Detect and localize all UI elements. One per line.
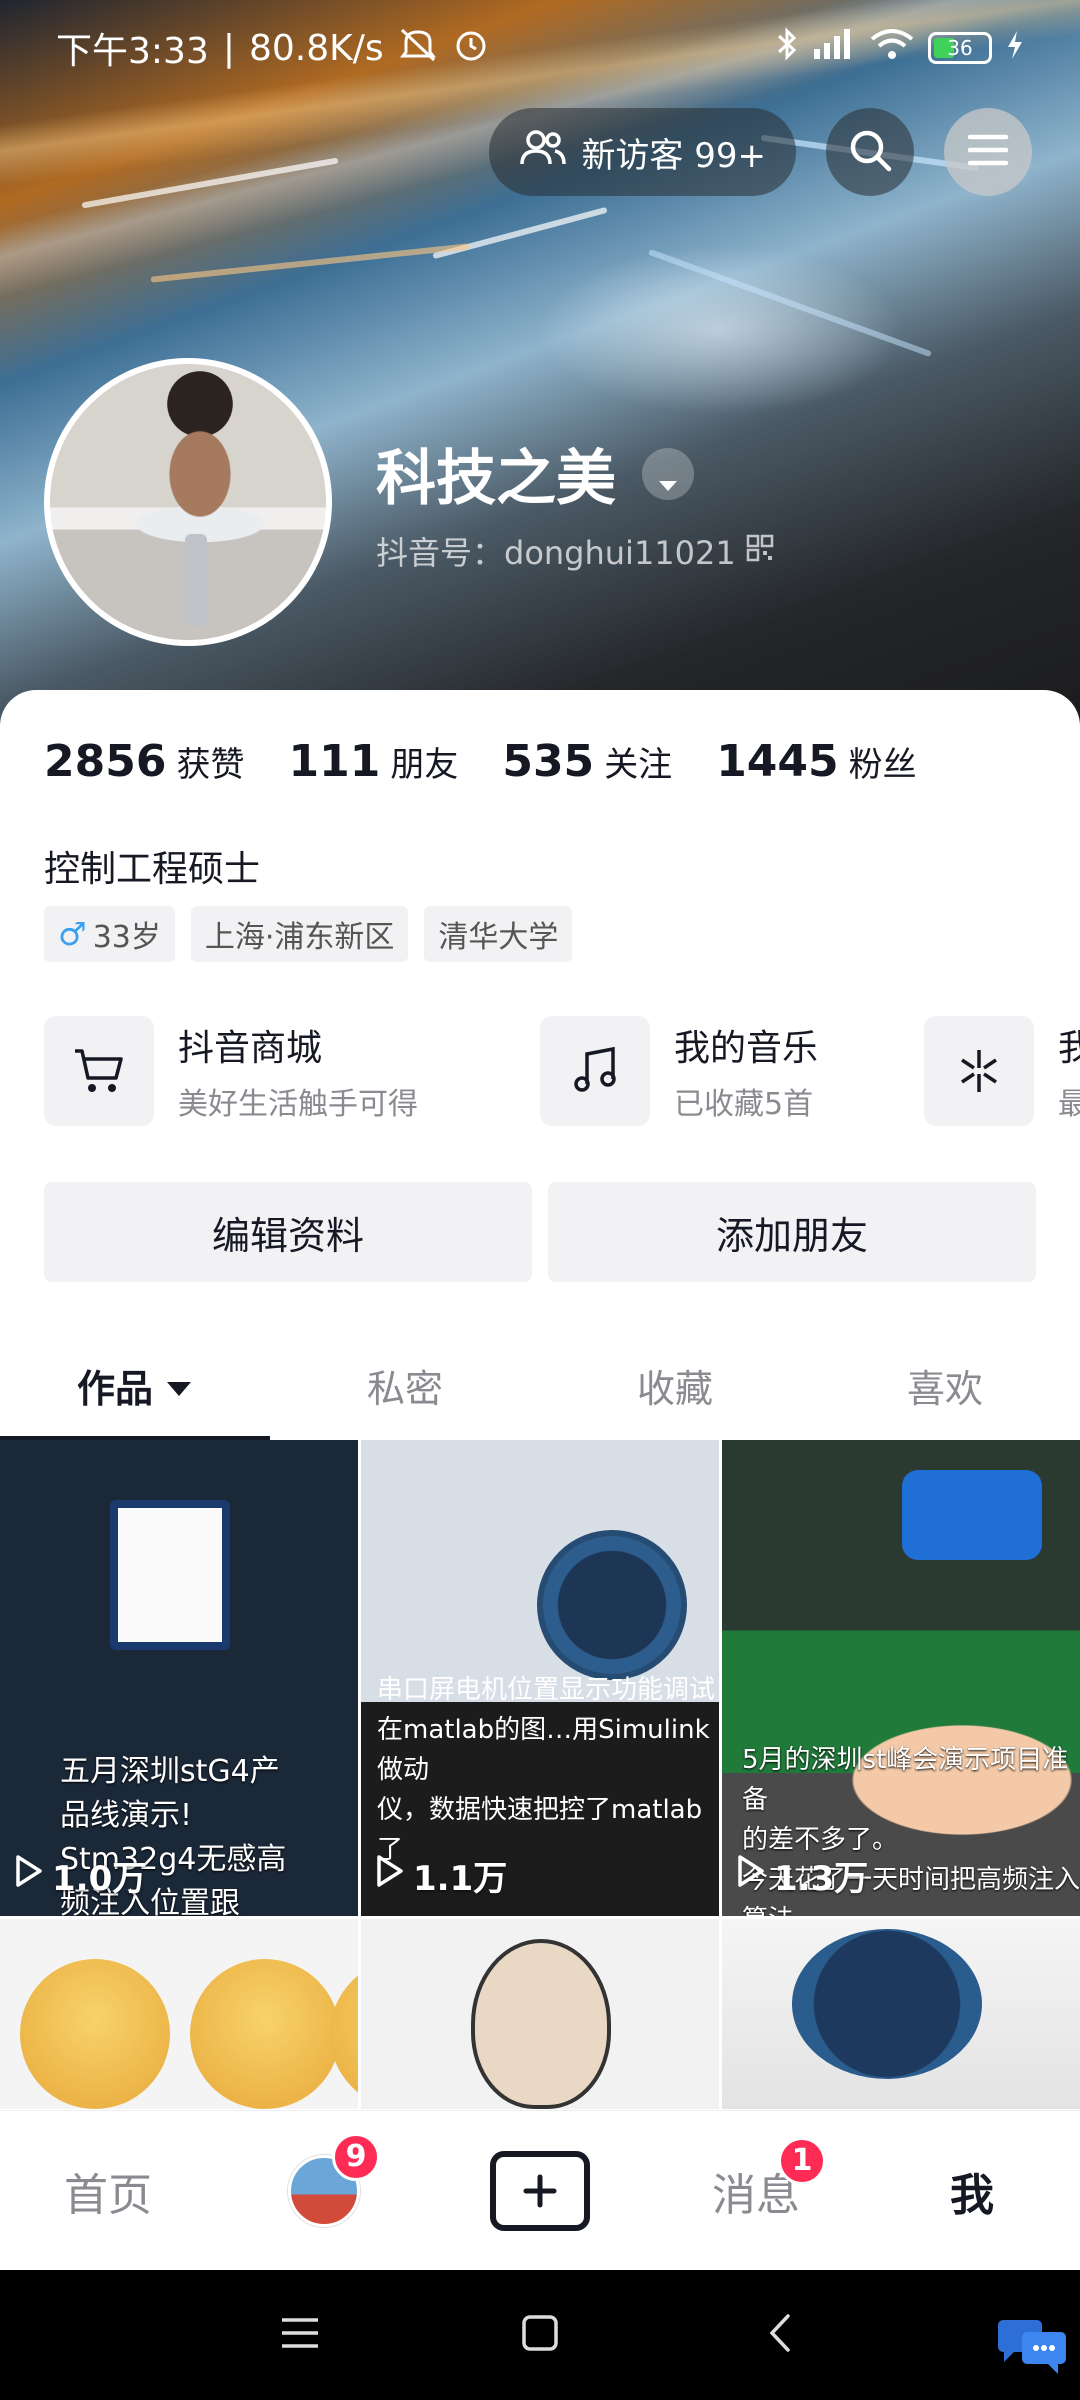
stat-followers[interactable]: 1445 粉丝 xyxy=(716,736,916,787)
back-arrow-icon xyxy=(768,2313,792,2357)
feature-douyin-mall[interactable]: 抖音商城 美好生活触手可得 xyxy=(44,1016,540,1126)
video-thumbnail[interactable] xyxy=(361,1919,719,2109)
tab-private[interactable]: 私密 xyxy=(270,1340,540,1430)
douyin-id: 抖音号：donghui11021 xyxy=(376,534,736,572)
stat-following[interactable]: 535 关注 xyxy=(502,736,672,787)
play-icon xyxy=(375,1854,405,1897)
alarm-icon xyxy=(452,25,490,72)
nav-home[interactable]: 首页 xyxy=(8,2159,208,2223)
battery-level: 36 xyxy=(947,36,973,60)
bottom-navigation: 首页 9 消息 1 我 xyxy=(0,2110,1080,2270)
profile-stats: 2856 获赞 111 朋友 535 关注 1445 粉丝 xyxy=(44,736,917,787)
feature-third[interactable]: 我 最 xyxy=(924,1016,1080,1126)
search-icon xyxy=(847,127,893,177)
profile-name-row[interactable]: 科技之美 xyxy=(376,430,694,517)
recents-icon xyxy=(279,2316,321,2354)
cover-streak xyxy=(432,206,608,260)
play-count: 1.3万 xyxy=(736,1851,868,1900)
profile-actions: 编辑资料 添加朋友 xyxy=(44,1182,1036,1282)
tab-favorites[interactable]: 收藏 xyxy=(540,1340,810,1430)
profile-bio: 控制工程硕士 xyxy=(44,849,261,890)
menu-button[interactable] xyxy=(944,108,1032,196)
nav-create[interactable] xyxy=(440,2150,640,2231)
cover-streak xyxy=(150,243,470,283)
feature-my-music[interactable]: 我的音乐 已收藏5首 xyxy=(540,1016,924,1126)
stat-likes[interactable]: 2856 获赞 xyxy=(44,736,244,787)
battery-indicator: 36 xyxy=(928,32,992,64)
video-caption: 串口屏电机位置显示功能调试 在matlab的图…用Simulink做动 仪，数据… xyxy=(377,1675,716,1865)
account-switch-button[interactable] xyxy=(642,447,694,500)
tag-school[interactable]: 清华大学 xyxy=(424,906,573,962)
sparkle-icon xyxy=(924,1016,1034,1126)
bluetooth-icon xyxy=(776,26,798,71)
mute-icon xyxy=(398,26,438,71)
wifi-icon xyxy=(870,27,914,70)
play-count: 1.1万 xyxy=(375,1851,507,1900)
video-grid: 五月深圳stG4产 品线演示! Stm32g4无感高 频注入位置跟 1.0万 串… xyxy=(0,1440,1080,2109)
video-thumbnail[interactable] xyxy=(722,1919,1080,2109)
feature-shortcuts: 抖音商城 美好生活触手可得 我的音乐 已收藏5首 我 最 xyxy=(44,1016,1080,1126)
header-actions: 新访客 99+ xyxy=(489,108,1032,196)
video-thumbnail[interactable]: 五月深圳stG4产 品线演示! Stm32g4无感高 频注入位置跟 1.0万 xyxy=(0,1440,358,1916)
caret-down-icon xyxy=(165,1363,193,1407)
video-thumbnail[interactable]: 串口屏电机位置显示功能调试 在matlab的图…用Simulink做动 仪，数据… xyxy=(361,1440,719,1916)
plus-icon xyxy=(490,2150,590,2231)
cover-streak xyxy=(81,157,339,209)
search-button[interactable] xyxy=(826,108,914,196)
back-button[interactable] xyxy=(745,2300,815,2370)
profile-name: 科技之美 xyxy=(376,444,616,514)
nav-messages[interactable]: 消息 1 xyxy=(656,2136,856,2223)
new-visitors-button[interactable]: 新访客 99+ xyxy=(489,108,796,196)
play-icon xyxy=(14,1854,44,1897)
status-time: 下午3:33 xyxy=(56,31,209,72)
tag-location: 上海·浦东新区 xyxy=(190,906,409,962)
system-navigation-bar xyxy=(0,2270,1080,2400)
video-thumbnail[interactable]: 5月的深圳st峰会演示项目准备 的差不多了。 今天花了一天时间把高频注入算法 移… xyxy=(722,1440,1080,1916)
video-thumbnail[interactable] xyxy=(0,1919,358,2109)
charging-icon xyxy=(1006,28,1024,69)
cover-streak xyxy=(648,248,932,358)
tab-works[interactable]: 作品 xyxy=(0,1340,270,1442)
visitors-icon xyxy=(519,128,567,177)
visitors-label: 新访客 99+ xyxy=(581,135,766,176)
cart-icon xyxy=(44,1016,154,1126)
play-count: 1.0万 xyxy=(14,1851,146,1900)
tab-likes[interactable]: 喜欢 xyxy=(810,1340,1080,1430)
home-button[interactable] xyxy=(505,2300,575,2370)
douyin-id-row[interactable]: 抖音号：donghui11021 xyxy=(376,528,774,574)
profile-avatar[interactable] xyxy=(44,358,332,646)
male-icon: ♂ xyxy=(58,915,87,953)
menu-icon xyxy=(967,132,1009,172)
music-icon xyxy=(540,1016,650,1126)
edit-profile-button[interactable]: 编辑资料 xyxy=(44,1182,532,1282)
status-network-speed: 80.8K/s xyxy=(248,27,384,69)
stat-friends[interactable]: 111 朋友 xyxy=(288,736,458,787)
status-bar: 下午3:33 | 80.8K/s 36 xyxy=(0,0,1080,96)
nav-me[interactable]: 我 xyxy=(872,2159,1072,2223)
content-tabs: 作品 私密 收藏 喜欢 xyxy=(0,1340,1080,1442)
floating-chat-icon[interactable] xyxy=(992,2316,1070,2382)
play-icon xyxy=(736,1854,766,1897)
nav-friends[interactable]: 9 xyxy=(224,2132,424,2227)
qr-code-icon[interactable] xyxy=(746,532,774,570)
chevron-down-icon xyxy=(657,439,679,509)
add-friend-button[interactable]: 添加朋友 xyxy=(548,1182,1036,1282)
friends-badge: 9 xyxy=(332,2132,380,2181)
recents-button[interactable] xyxy=(265,2300,335,2370)
signal-icon xyxy=(812,27,856,70)
profile-card: 2856 获赞 111 朋友 535 关注 1445 粉丝 控制工程硕士 ♂ 3… xyxy=(0,690,1080,2110)
messages-badge: 1 xyxy=(778,2136,826,2185)
home-square-icon xyxy=(521,2314,559,2356)
profile-tags: ♂ 33岁 上海·浦东新区 清华大学 xyxy=(44,906,573,962)
tag-age: ♂ 33岁 xyxy=(44,906,175,962)
